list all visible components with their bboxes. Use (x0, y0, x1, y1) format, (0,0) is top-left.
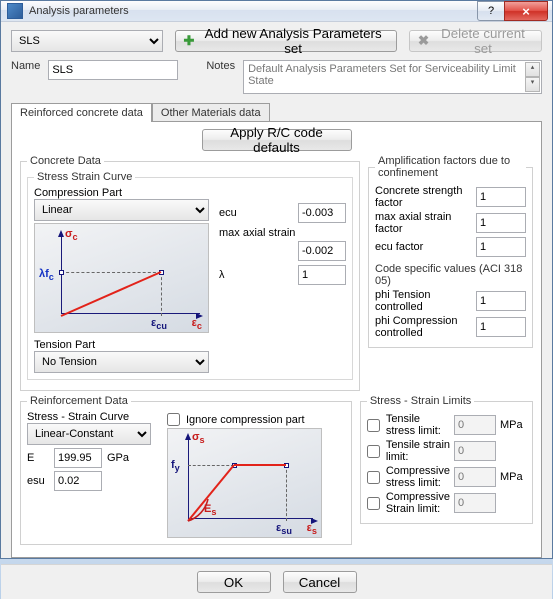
lambda-label: λ (219, 269, 293, 281)
compressive-strain-input (454, 493, 496, 513)
tensile-strain-input (454, 441, 496, 461)
ecuf-input[interactable] (476, 237, 526, 257)
compression-label: Compression Part (34, 187, 346, 199)
compressive-strain-label: Compressive Strain limit: (386, 491, 450, 515)
tension-label: Tension Part (34, 339, 346, 351)
maxstrain-label: max axial strain (219, 227, 295, 239)
notes-spinner[interactable]: ▴▾ (525, 62, 540, 92)
reinf-ssc-label: Stress - Strain Curve (27, 411, 157, 423)
limits-legend: Stress - Strain Limits (367, 395, 474, 407)
reinf-ssc-select[interactable]: Linear-Constant (27, 423, 151, 445)
csf-label: Concrete strength factor (375, 185, 472, 209)
e-label: E (27, 452, 49, 464)
compressive-stress-check[interactable] (367, 471, 380, 484)
compression-select[interactable]: Linear (34, 199, 209, 221)
help-button[interactable]: ? (477, 1, 505, 21)
amplification-group: Amplification factors due to confinement… (368, 155, 533, 348)
tab-reinforced-concrete[interactable]: Reinforced concrete data (11, 103, 152, 122)
phi-compression-input[interactable] (476, 317, 526, 337)
maxstrain-input[interactable] (298, 241, 346, 261)
ssc-legend: Stress Strain Curve (34, 171, 135, 183)
esu-input[interactable] (54, 471, 102, 491)
app-icon (7, 3, 23, 19)
notes-label: Notes (206, 60, 235, 72)
compressive-stress-input (454, 467, 496, 487)
tensile-stress-label: Tensile stress limit: (386, 413, 450, 437)
reinforcement-group: Reinforcement Data Stress - Strain Curve… (20, 395, 352, 545)
e-input[interactable] (54, 448, 102, 468)
ecu-input[interactable] (298, 203, 346, 223)
ecu-label: ecu (219, 207, 293, 219)
delete-paramset-button: ✖ Delete current set (409, 30, 542, 52)
phi-tension-input[interactable] (476, 291, 526, 311)
masf-label: max axial strain factor (375, 211, 472, 235)
dialog-window: Analysis parameters ? × SLS ✚ Add new An… (0, 0, 553, 559)
tab-other-materials[interactable]: Other Materials data (152, 103, 270, 122)
masf-input[interactable] (476, 213, 526, 233)
tensile-stress-check[interactable] (367, 419, 380, 432)
phi-tension-label: phi Tension controlled (375, 289, 472, 313)
stress-strain-limits-group: Stress - Strain Limits Tensile stress li… (360, 395, 533, 524)
name-label: Name (11, 60, 40, 72)
tensile-strain-check[interactable] (367, 445, 380, 458)
ok-button[interactable]: OK (197, 571, 271, 593)
reinf-legend: Reinforcement Data (27, 395, 131, 407)
apply-defaults-button[interactable]: Apply R/C code defaults (202, 129, 352, 151)
tensile-strain-label: Tensile strain limit: (386, 439, 450, 463)
compressive-strain-check[interactable] (367, 497, 380, 510)
titlebar: Analysis parameters ? × (1, 1, 552, 22)
tensile-stress-input (454, 415, 496, 435)
concrete-legend: Concrete Data (27, 155, 104, 167)
plus-icon: ✚ (184, 33, 195, 49)
tab-panel: Apply R/C code defaults Concrete Data St… (11, 121, 542, 558)
cancel-button[interactable]: Cancel (283, 571, 357, 593)
add-paramset-button[interactable]: ✚ Add new Analysis Parameters set (175, 30, 397, 52)
ecuf-label: ecu factor (375, 241, 472, 253)
csf-input[interactable] (476, 187, 526, 207)
stress-strain-group: Stress Strain Curve Compression Part Lin… (27, 171, 353, 380)
close-button[interactable]: × (504, 1, 548, 21)
window-title: Analysis parameters (29, 5, 478, 17)
ignore-compression-check[interactable]: Ignore compression part (167, 413, 322, 426)
concrete-graph: σc λfc (34, 223, 209, 333)
name-input[interactable] (48, 60, 178, 80)
concrete-data-group: Concrete Data Stress Strain Curve Compre… (20, 155, 360, 391)
phi-compression-label: phi Compression controlled (375, 315, 472, 339)
x-icon: ✖ (418, 33, 429, 49)
reinforcement-graph: σs (167, 428, 322, 538)
button-bar: OK Cancel (1, 564, 552, 599)
notes-textarea[interactable]: Default Analysis Parameters Set for Serv… (243, 60, 542, 94)
ampl-legend: Amplification factors due to confinement (375, 155, 526, 179)
ignore-compression-checkbox[interactable] (167, 413, 180, 426)
esu-label: esu (27, 475, 49, 487)
paramset-select[interactable]: SLS (11, 30, 163, 52)
e-unit: GPa (107, 452, 129, 464)
compressive-stress-label: Compressive stress limit: (386, 465, 450, 489)
code-values-label: Code specific values (ACI 318 05) (375, 263, 526, 287)
lambda-input[interactable] (298, 265, 346, 285)
tension-select[interactable]: No Tension (34, 351, 209, 373)
